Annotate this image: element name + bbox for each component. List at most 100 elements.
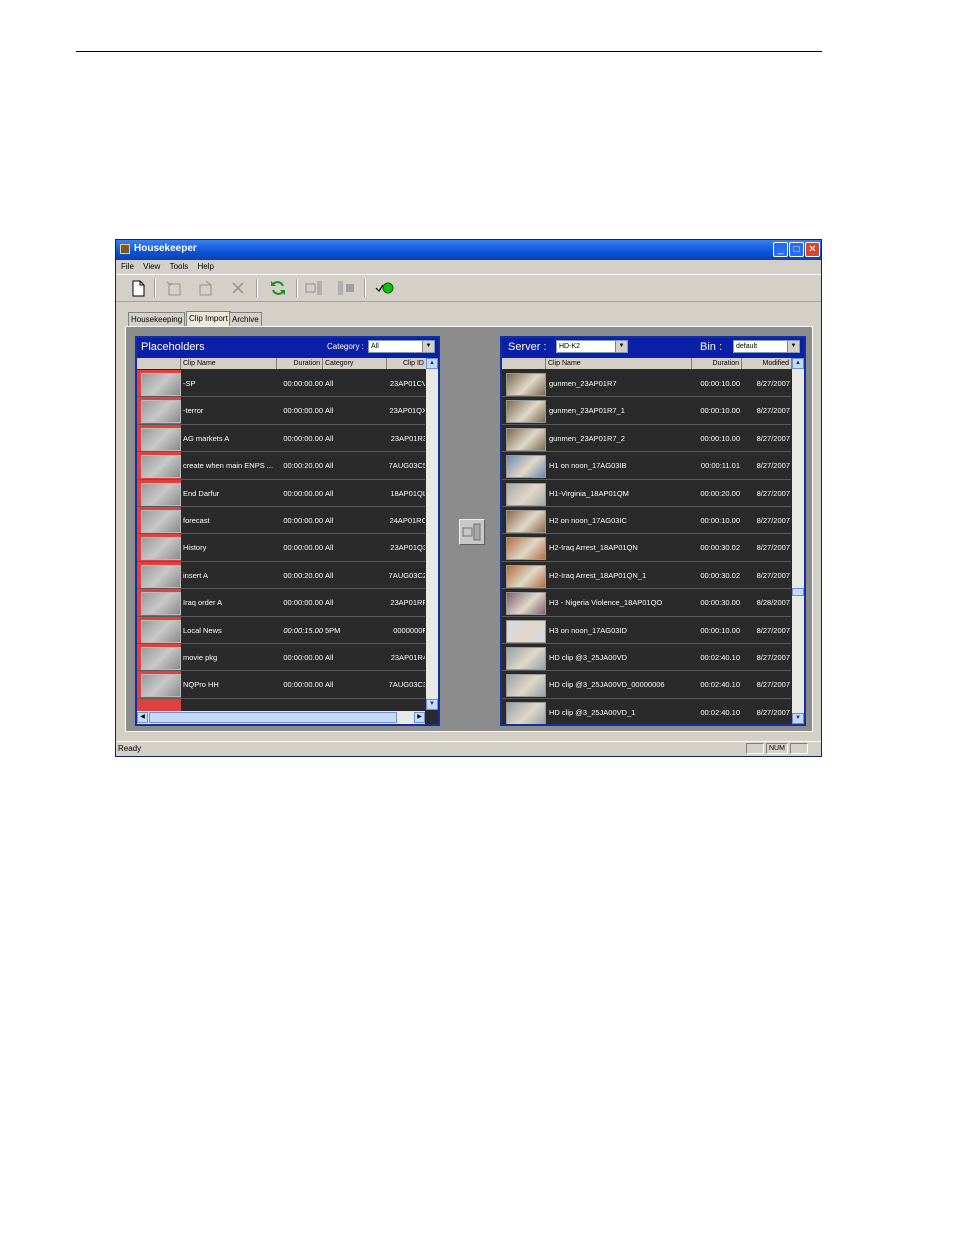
- clip-name-cell: H2 on noon_17AG03IC: [549, 516, 627, 525]
- table-row[interactable]: HD clip @3_25JA00VD_1 00:02:40.10 8/27/200…: [502, 699, 791, 724]
- clip-import-panel: Placeholders Category : All ▼ Clip Name …: [125, 326, 813, 732]
- clip-id-cell: 23AP01R4: [390, 653, 425, 662]
- table-row[interactable]: H1 on noon_17AG03IB 00:00:11.01 8/27/2007: [502, 452, 791, 480]
- column-header-clip-name[interactable]: Clip Name: [546, 358, 692, 369]
- table-row[interactable]: H1-Virginia_18AP01QM 00:00:20.00 8/27/2007: [502, 480, 791, 507]
- new-document-icon[interactable]: [128, 278, 148, 298]
- minimize-icon[interactable]: _: [773, 242, 788, 257]
- table-row[interactable]: -terror 00:00:00.00 All 23AP01QX: [137, 397, 425, 425]
- table-row[interactable]: forecast 00:00:00.00 All 24AP01RC: [137, 507, 425, 535]
- modified-cell: 8/28/2007: [756, 598, 790, 608]
- chevron-down-icon[interactable]: ▼: [615, 341, 627, 352]
- scroll-down-icon[interactable]: ▼: [792, 713, 804, 724]
- chevron-down-icon[interactable]: ▼: [787, 341, 799, 352]
- housekeeper-window: Housekeeper _ □ ✕ File View Tools Help H…: [115, 239, 822, 757]
- table-row[interactable]: HD clip @3_25JA00VD_00000006 00:02:40.10 8…: [502, 671, 791, 699]
- column-header-duration[interactable]: Duration: [277, 358, 323, 369]
- import-to-server-button[interactable]: [459, 519, 485, 545]
- table-row[interactable]: H2 on noon_17AG03IC 00:00:10.00 8/27/2007: [502, 507, 791, 535]
- column-header-duration[interactable]: Duration: [692, 358, 742, 369]
- server-header: Server : HD-K2 ▼ Bin : default ▼: [502, 338, 804, 358]
- delete-icon[interactable]: [228, 278, 248, 298]
- clip-id-cell: 18AP01QL: [390, 488, 425, 498]
- table-row[interactable]: gunmen_23AP01R7_2 00:00:10.00 8/27/2007: [502, 425, 791, 453]
- table-row[interactable]: gunmen_23AP01R7 00:00:10.00 8/27/2007: [502, 370, 791, 398]
- chevron-down-icon[interactable]: ▼: [422, 341, 434, 352]
- menu-bar: File View Tools Help: [116, 260, 821, 273]
- import-clip-icon[interactable]: [304, 278, 324, 298]
- scroll-down-icon[interactable]: ▼: [426, 699, 438, 710]
- scroll-up-icon[interactable]: ▲: [426, 358, 438, 369]
- table-row[interactable]: End Darfur 00:00:00.00 All 18AP01QL: [137, 480, 425, 507]
- bin-label: Bin :: [700, 341, 723, 353]
- placeholder-thumbnail: [141, 400, 181, 424]
- server-panel: Server : HD-K2 ▼ Bin : default ▼ Clip Na…: [500, 336, 806, 726]
- status-ok-icon[interactable]: [374, 278, 394, 298]
- menu-view[interactable]: View: [143, 260, 160, 273]
- column-header-clip-id[interactable]: Clip ID: [387, 358, 427, 369]
- table-row[interactable]: Local News 00:00:15.00 5PM 0000000F: [137, 617, 425, 644]
- table-row[interactable]: History 00:00:00.00 All 23AP01Q3: [137, 534, 425, 562]
- menu-file[interactable]: File: [121, 260, 134, 273]
- table-row[interactable]: NQPro HH 00:00:00.00 All 7AUG03C3: [137, 671, 425, 699]
- clip-name-cell: Iraq order A: [183, 598, 223, 608]
- clip-id-cell: 23AP01Q3: [390, 543, 425, 553]
- table-row[interactable]: H2-Iraq Arrest_18AP01QN_1 00:00:30.02 8/27…: [502, 562, 791, 590]
- clip-id-cell: 23AP01CV: [389, 379, 425, 388]
- duration-cell: 00:00:00.00: [283, 680, 323, 690]
- thumbnail-column-header[interactable]: [137, 358, 181, 369]
- close-icon[interactable]: ✕: [805, 242, 820, 257]
- horizontal-scroll-thumb[interactable]: [149, 712, 397, 723]
- title-bar[interactable]: Housekeeper _ □ ✕: [116, 240, 821, 260]
- server-label: Server :: [508, 341, 547, 353]
- server-vertical-scrollbar[interactable]: ▲ ▼: [792, 358, 804, 724]
- bin-select[interactable]: default ▼: [733, 340, 800, 353]
- clip-name-cell: -terror: [183, 406, 204, 416]
- refresh-icon[interactable]: [268, 278, 288, 298]
- table-row[interactable]: H3 on noon_17AG03ID 00:00:10.00 8/27/2007: [502, 617, 791, 644]
- table-row[interactable]: Iraq order A 00:00:00.00 All 23AP01RF: [137, 589, 425, 617]
- column-header-clip-name[interactable]: Clip Name: [181, 358, 277, 369]
- category-label: Category :: [327, 342, 364, 351]
- clip-thumbnail: [506, 592, 546, 616]
- scroll-left-icon[interactable]: ◀: [137, 712, 148, 723]
- table-row[interactable]: gunmen_23AP01R7_1 00:00:10.00 8/27/2007: [502, 397, 791, 425]
- placeholder-thumbnail: [141, 647, 181, 670]
- placeholder-thumbnail: [141, 592, 181, 616]
- toolbar-separator: [296, 279, 298, 297]
- category-select[interactable]: All ▼: [368, 340, 435, 353]
- duration-cell: 00:00:10.00: [700, 433, 740, 443]
- scroll-up-icon[interactable]: ▲: [792, 358, 804, 369]
- modified-cell: 8/27/2007: [756, 625, 790, 635]
- bin-value: default: [736, 343, 758, 350]
- column-header-modified[interactable]: Modified: [742, 358, 792, 369]
- scroll-right-icon[interactable]: ▶: [414, 712, 425, 723]
- clip-id-cell: 0000000F: [393, 625, 425, 635]
- tab-housekeeping[interactable]: Housekeeping: [128, 312, 186, 326]
- export-icon[interactable]: [196, 278, 216, 298]
- server-select[interactable]: HD-K2 ▼: [556, 340, 628, 353]
- archive-clip-icon[interactable]: [336, 278, 356, 298]
- menu-tools[interactable]: Tools: [170, 260, 189, 273]
- maximize-icon[interactable]: □: [789, 242, 804, 257]
- thumbnail-column-header[interactable]: [502, 358, 546, 369]
- modified-cell: 8/27/2007: [756, 543, 790, 553]
- clip-name-cell: gunmen_23AP01R7_1: [549, 406, 625, 416]
- table-row[interactable]: insert A 00:00:20.00 All 7AUG03C2: [137, 562, 425, 590]
- tab-clip-import[interactable]: Clip Import: [186, 311, 231, 326]
- column-header-category[interactable]: Category: [323, 358, 387, 369]
- clip-name-cell: H3 - Nigeria Violence_18AP01QO: [549, 598, 663, 608]
- table-row[interactable]: AG markets A 00:00:00.00 All 23AP01R3: [137, 425, 425, 453]
- placeholders-horizontal-scrollbar[interactable]: ◀ ▶: [137, 711, 425, 724]
- tab-archive[interactable]: Archive: [229, 312, 262, 326]
- table-row[interactable]: create when main ENPS ... 00:00:20.00 All 7…: [137, 452, 425, 480]
- table-row[interactable]: -SP 00:00:00.00 All 23AP01CV: [137, 370, 425, 398]
- vertical-scroll-thumb[interactable]: [792, 588, 804, 596]
- menu-help[interactable]: Help: [197, 260, 213, 273]
- table-row[interactable]: movie pkg 00:00:00.00 All 23AP01R4: [137, 644, 425, 672]
- remove-placeholder-icon[interactable]: [164, 278, 184, 298]
- table-row[interactable]: HD clip @3_25JA00VD 00:02:40.10 8/27/2007: [502, 644, 791, 672]
- placeholders-vertical-scrollbar[interactable]: ▲ ▼: [426, 358, 438, 710]
- table-row[interactable]: H3 - Nigeria Violence_18AP01QO 00:00:30.0…: [502, 589, 791, 617]
- table-row[interactable]: H2-Iraq Arrest_18AP01QN 00:00:30.02 8/27/2…: [502, 534, 791, 562]
